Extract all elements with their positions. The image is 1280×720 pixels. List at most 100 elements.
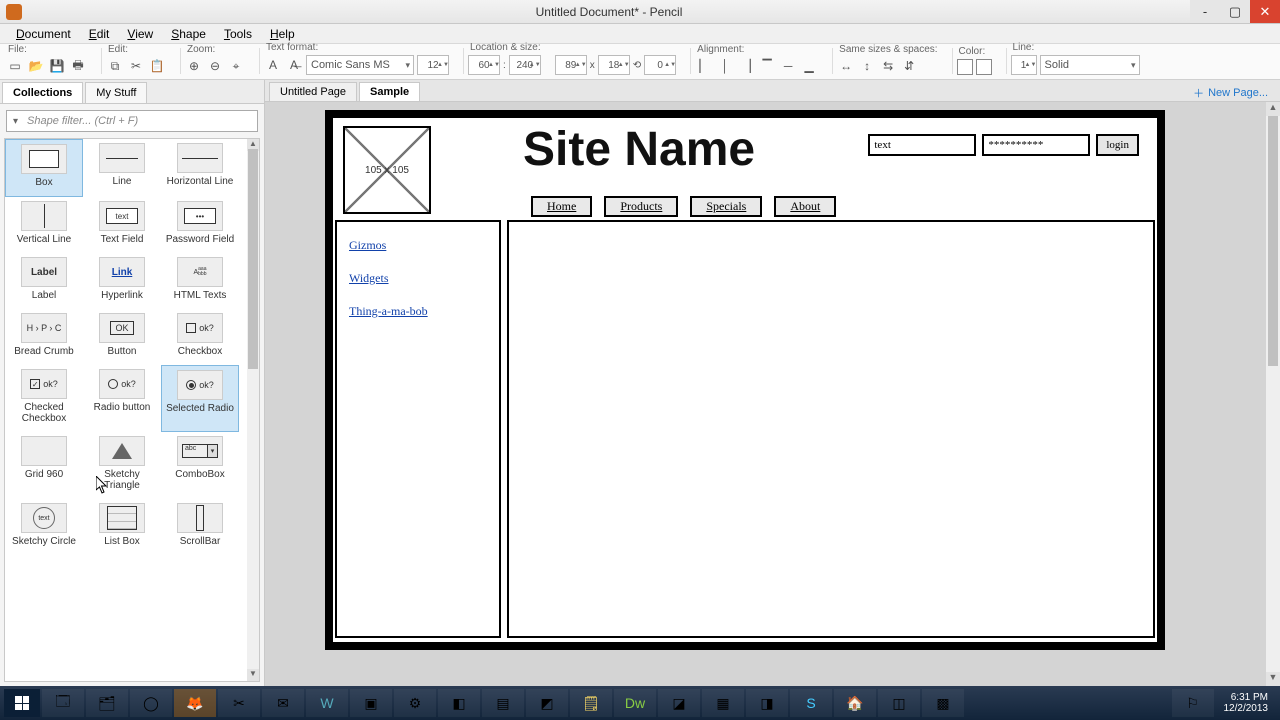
window-minimize-button[interactable]: - [1190, 0, 1220, 23]
taskbar-clock[interactable]: 6:31 PM 12/2/2013 [1216, 692, 1277, 714]
print-icon[interactable]: 🖶 [69, 57, 87, 75]
fill-color-swatch[interactable] [957, 59, 973, 75]
taskbar-outlook-icon[interactable]: ✉ [262, 689, 304, 717]
taskbar-explorer-icon[interactable]: 🗔 [42, 689, 84, 717]
paste-icon[interactable]: 📋 [148, 57, 166, 75]
size-w-spinner[interactable]: 89▲▼ [555, 55, 587, 75]
shape-breadcrumb[interactable]: H › P › CBread Crumb [5, 309, 83, 365]
page-tab-untitled[interactable]: Untitled Page [269, 82, 357, 101]
mock-sidebar[interactable]: Gizmos Widgets Thing-a-ma-bob [335, 220, 501, 638]
menu-help[interactable]: Help [262, 25, 303, 43]
mock-nav-about[interactable]: About [774, 196, 836, 217]
shape-checkbox[interactable]: ok?Checkbox [161, 309, 239, 365]
taskbar-app8-icon[interactable]: ▦ [702, 689, 744, 717]
stroke-color-swatch[interactable] [976, 59, 992, 75]
taskbar-app9-icon[interactable]: ◨ [746, 689, 788, 717]
tab-collections[interactable]: Collections [2, 82, 83, 103]
save-file-icon[interactable]: 💾 [48, 57, 66, 75]
shape-filter-input[interactable]: ▾ Shape filter... (Ctrl + F) [6, 110, 258, 132]
menu-edit[interactable]: Edit [81, 25, 118, 43]
font-size-spinner[interactable]: 12▲▼ [417, 55, 449, 75]
shape-text-field[interactable]: textText Field [83, 197, 161, 253]
align-bottom-icon[interactable]: ▁ [800, 57, 818, 75]
taskbar-app1-icon[interactable]: ✂ [218, 689, 260, 717]
canvas-page[interactable]: 105 x 105 Site Name text ********** logi… [325, 110, 1165, 650]
shape-password-field[interactable]: •••Password Field [161, 197, 239, 253]
align-vcenter-icon[interactable]: ─ [779, 57, 797, 75]
mock-login-button[interactable]: login [1096, 134, 1139, 156]
mock-nav-products[interactable]: Products [604, 196, 678, 217]
mock-username-field[interactable]: text [868, 134, 976, 156]
taskbar-app10-icon[interactable]: 🏠 [834, 689, 876, 717]
taskbar-app7-icon[interactable]: ◪ [658, 689, 700, 717]
taskbar-skype-icon[interactable]: S [790, 689, 832, 717]
mock-image-placeholder[interactable]: 105 x 105 [343, 126, 431, 214]
sidebar-scrollbar[interactable]: ▲ ▼ [247, 139, 259, 681]
shape-horizontal-line[interactable]: Horizontal Line [161, 139, 239, 197]
taskbar-dreamweaver-icon[interactable]: Dw [614, 689, 656, 717]
taskbar-word-icon[interactable]: W [306, 689, 348, 717]
open-file-icon[interactable]: 📂 [27, 57, 45, 75]
start-button[interactable] [4, 689, 40, 717]
taskbar-app3-icon[interactable]: ⚙ [394, 689, 436, 717]
taskbar-app2-icon[interactable]: ▣ [350, 689, 392, 717]
shape-line[interactable]: Line [83, 139, 161, 197]
align-right-icon[interactable]: ▕ [737, 57, 755, 75]
tray-flag-icon[interactable]: ⚐ [1172, 689, 1214, 717]
zoom-out-icon[interactable]: ⊖ [206, 57, 224, 75]
shape-box[interactable]: Box [5, 139, 83, 197]
size-h-spinner[interactable]: 18▲▼ [598, 55, 630, 75]
menu-document[interactable]: Document [8, 25, 79, 43]
distribute-h-icon[interactable]: ⇆ [879, 57, 897, 75]
taskbar-app6-icon[interactable]: ◩ [526, 689, 568, 717]
mock-site-title[interactable]: Site Name [523, 122, 755, 177]
canvas-scroll-thumb[interactable] [1268, 116, 1278, 366]
new-file-icon[interactable]: ▭ [6, 57, 24, 75]
shape-checked-checkbox[interactable]: ✓ok?Checked Checkbox [5, 365, 83, 432]
window-close-button[interactable]: ✕ [1250, 0, 1280, 23]
menu-shape[interactable]: Shape [163, 25, 214, 43]
font-family-combo[interactable]: Comic Sans MS▾ [306, 55, 414, 75]
mock-link-thingamabob[interactable]: Thing-a-ma-bob [349, 304, 487, 319]
mock-password-field[interactable]: ********** [982, 134, 1090, 156]
cut-icon[interactable]: ✂ [127, 57, 145, 75]
line-style-combo[interactable]: Solid▾ [1040, 55, 1140, 75]
shape-grid-960[interactable]: Grid 960 [5, 432, 83, 499]
taskbar-chrome-icon[interactable]: ◯ [130, 689, 172, 717]
align-left-icon[interactable]: ▏ [695, 57, 713, 75]
align-hcenter-icon[interactable]: │ [716, 57, 734, 75]
new-page-button[interactable]: ＋New Page... [1185, 85, 1276, 101]
shape-html-texts[interactable]: AaaabbbHTML Texts [161, 253, 239, 309]
shape-label[interactable]: LabelLabel [5, 253, 83, 309]
zoom-in-icon[interactable]: ⊕ [185, 57, 203, 75]
canvas-scrollbar[interactable]: ▲ ▼ [1266, 102, 1280, 686]
mock-link-widgets[interactable]: Widgets [349, 271, 487, 286]
align-top-icon[interactable]: ▔ [758, 57, 776, 75]
menu-view[interactable]: View [119, 25, 161, 43]
distribute-v-icon[interactable]: ⇵ [900, 57, 918, 75]
shape-radio-button[interactable]: ok?Radio button [83, 365, 161, 432]
mock-main-area[interactable] [507, 220, 1155, 638]
tab-my-stuff[interactable]: My Stuff [85, 82, 147, 103]
shape-vertical-line[interactable]: Vertical Line [5, 197, 83, 253]
mock-link-gizmos[interactable]: Gizmos [349, 238, 487, 253]
mock-nav-home[interactable]: Home [531, 196, 592, 217]
shape-button[interactable]: OKButton [83, 309, 161, 365]
rotation-lock-icon[interactable]: ⟲ [633, 60, 641, 71]
shape-sketchy-circle[interactable]: textSketchy Circle [5, 499, 83, 555]
loc-y-spinner[interactable]: 240▲▼ [509, 55, 541, 75]
copy-icon[interactable]: ⧉ [106, 57, 124, 75]
shape-hyperlink[interactable]: LinkHyperlink [83, 253, 161, 309]
clear-format-icon[interactable]: A̶ [285, 56, 303, 74]
taskbar-notes-icon[interactable]: 🗒 [570, 689, 612, 717]
same-height-icon[interactable]: ↕ [858, 57, 876, 75]
mock-nav-specials[interactable]: Specials [690, 196, 762, 217]
menu-tools[interactable]: Tools [216, 25, 260, 43]
taskbar-app11-icon[interactable]: ◫ [878, 689, 920, 717]
shape-list-box[interactable]: List Box [83, 499, 161, 555]
page-tab-sample[interactable]: Sample [359, 82, 420, 101]
window-maximize-button[interactable]: ▢ [1220, 0, 1250, 23]
line-width-spinner[interactable]: 1▲▼ [1011, 55, 1037, 75]
taskbar-firefox-icon[interactable]: 🦊 [174, 689, 216, 717]
rotation-spinner[interactable]: 0▲▼ [644, 55, 676, 75]
